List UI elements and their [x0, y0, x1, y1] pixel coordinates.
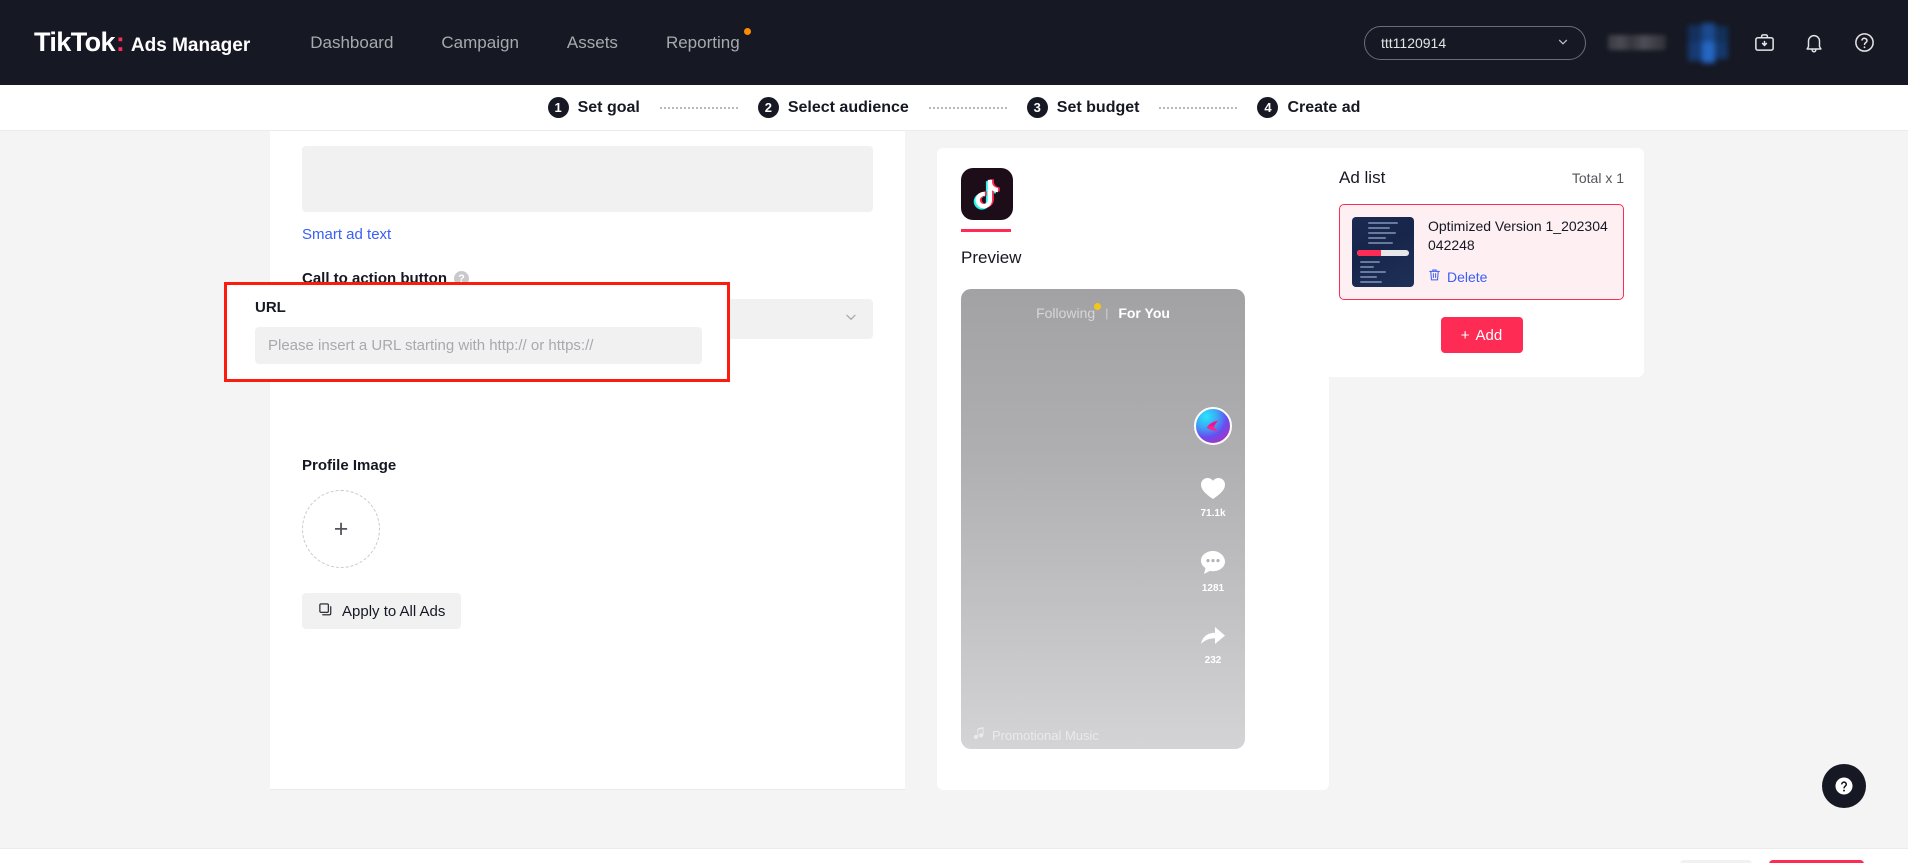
url-input[interactable]	[255, 327, 702, 364]
step-2-number: 2	[757, 97, 779, 118]
ad-creation-form-panel: Smart ad text Call to action button ? Sh…	[270, 131, 905, 790]
ad-thumbnail-progress-bar	[1357, 250, 1409, 256]
account-selector[interactable]: ttt1120914	[1364, 25, 1586, 60]
smart-ad-text-link[interactable]: Smart ad text	[302, 226, 391, 243]
like-action[interactable]: 71.1k	[1199, 475, 1227, 519]
user-avatar[interactable]	[1688, 22, 1728, 63]
ad-preview-panel: Preview Following | For You 71.1k 1281 2…	[937, 148, 1329, 790]
plus-icon: +	[1460, 326, 1470, 344]
ad-list-total-count: Total x 1	[1571, 170, 1624, 186]
preview-tab-active-underline	[961, 229, 1011, 232]
top-navigation-bar: TikTok : Ads Manager Dashboard Campaign …	[0, 0, 1908, 85]
nav-right-cluster: ttt1120914	[1364, 22, 1878, 63]
step-3-number: 3	[1026, 97, 1048, 118]
apply-to-all-ads-label: Apply to All Ads	[342, 602, 446, 620]
ad-item-name: Optimized Version 1_202304042248	[1428, 218, 1608, 253]
phone-tab-following-label: Following	[1036, 305, 1096, 321]
apply-to-all-ads-button[interactable]: Apply to All Ads	[302, 593, 462, 629]
nav-item-assets[interactable]: Assets	[567, 29, 618, 57]
phone-mockup: Following | For You 71.1k 1281 232 Promo…	[961, 289, 1245, 749]
following-badge-dot-icon	[1094, 303, 1102, 310]
nav-item-reporting[interactable]: Reporting	[665, 27, 751, 57]
step-3-label: Set budget	[1056, 98, 1140, 116]
nav-item-assets-label: Assets	[566, 32, 618, 52]
url-field-highlight-box: URL	[224, 282, 730, 382]
step-2-label: Select audience	[787, 98, 909, 116]
delete-ad-label: Delete	[1447, 268, 1488, 285]
creator-avatar-icon[interactable]	[1194, 407, 1232, 445]
share-action[interactable]: 232	[1199, 624, 1227, 666]
ad-thumbnail	[1352, 217, 1414, 287]
brand-colon: :	[115, 27, 125, 57]
add-ad-label: Add	[1475, 326, 1503, 344]
chevron-down-icon	[844, 310, 858, 329]
profile-image-label: Profile Image	[302, 457, 397, 474]
comment-icon	[1199, 549, 1227, 581]
comment-count: 1281	[1201, 583, 1225, 594]
url-label: URL	[255, 299, 286, 316]
share-count: 232	[1204, 655, 1222, 666]
ad-list-header: Ad list Total x 1	[1339, 168, 1624, 188]
account-selector-value: ttt1120914	[1381, 34, 1447, 51]
nav-item-dashboard-label: Dashboard	[310, 32, 394, 52]
brand-product-text: Ads Manager	[130, 35, 251, 56]
music-note-icon	[973, 727, 985, 743]
nav-item-dashboard[interactable]: Dashboard	[310, 29, 393, 57]
briefcase-icon[interactable]	[1750, 29, 1778, 57]
chevron-down-icon	[1557, 35, 1569, 51]
step-set-budget[interactable]: 3 Set budget	[1026, 97, 1140, 118]
add-ad-button[interactable]: + Add	[1440, 317, 1523, 353]
step-set-goal[interactable]: 1 Set goal	[547, 97, 640, 118]
phone-feed-tabs: Following | For You	[961, 289, 1245, 321]
phone-tab-foryou[interactable]: For You	[1118, 305, 1170, 321]
music-info-bar: Promotional Music	[973, 727, 1099, 743]
copy-icon	[318, 602, 333, 621]
step-create-ad[interactable]: 4 Create ad	[1257, 97, 1360, 118]
comment-action[interactable]: 1281	[1199, 549, 1227, 594]
tiktok-logo-icon	[961, 168, 1013, 220]
step-1-label: Set goal	[577, 98, 640, 116]
preview-platform-tab-tiktok[interactable]	[961, 168, 1017, 232]
preview-title: Preview	[961, 248, 1022, 267]
like-count: 71.1k	[1200, 508, 1226, 519]
main-nav-links: Dashboard Campaign Assets Reporting	[310, 27, 751, 57]
step-connector-1	[659, 106, 738, 109]
heart-icon	[1199, 475, 1227, 506]
redacted-username-text	[1608, 35, 1666, 50]
phone-tab-following[interactable]: Following	[1036, 303, 1102, 321]
nav-item-reporting-label: Reporting	[665, 32, 740, 52]
share-arrow-icon	[1199, 624, 1227, 653]
bell-icon[interactable]	[1800, 29, 1828, 57]
brand-tiktok-text: TikTok	[34, 27, 116, 57]
step-select-audience[interactable]: 2 Select audience	[757, 97, 909, 118]
step-4-label: Create ad	[1287, 98, 1361, 116]
ad-text-textarea[interactable]	[302, 146, 873, 212]
trash-icon	[1428, 268, 1441, 285]
step-connector-3	[1159, 106, 1238, 109]
wizard-footer: Exit Back Submit	[0, 848, 1908, 863]
brand-logo[interactable]: TikTok : Ads Manager	[34, 27, 250, 58]
ad-list-title: Ad list	[1339, 168, 1386, 187]
notification-dot-icon	[743, 27, 751, 35]
step-1-number: 1	[547, 97, 569, 118]
help-circle-icon[interactable]	[1850, 29, 1878, 57]
floating-help-button[interactable]	[1822, 764, 1866, 808]
profile-image-upload-button[interactable]: +	[302, 490, 380, 568]
nav-item-campaign[interactable]: Campaign	[441, 29, 519, 57]
workspace: Smart ad text Call to action button ? Sh…	[0, 131, 1908, 848]
list-item[interactable]: Optimized Version 1_202304042248 Delete	[1339, 204, 1624, 300]
nav-item-campaign-label: Campaign	[441, 32, 519, 52]
phone-action-rail: 71.1k 1281 232	[1194, 407, 1232, 666]
delete-ad-button[interactable]: Delete	[1428, 268, 1487, 285]
step-connector-2	[928, 106, 1007, 109]
plus-icon: +	[333, 514, 349, 543]
music-title: Promotional Music	[992, 727, 1099, 743]
wizard-stepper: 1 Set goal 2 Select audience 3 Set budge…	[0, 85, 1908, 131]
step-4-number: 4	[1257, 97, 1279, 118]
ad-list-panel: Ad list Total x 1 Optimized Version 1_20…	[1319, 148, 1644, 377]
phone-tab-divider: |	[1105, 306, 1109, 320]
